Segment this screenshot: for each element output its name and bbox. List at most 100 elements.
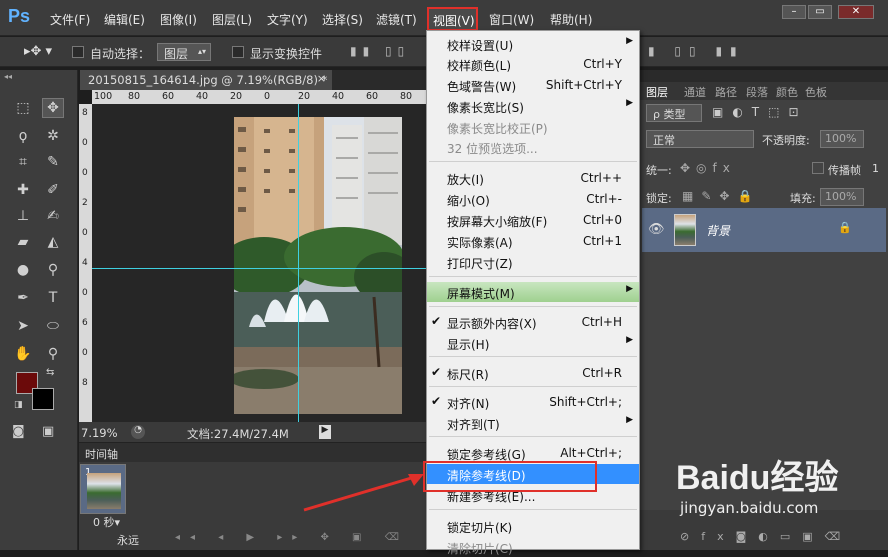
document-image[interactable] [234, 117, 402, 414]
pen-tool-icon[interactable]: ✒ [12, 288, 34, 308]
tab-swatches[interactable]: 色板 [805, 84, 827, 100]
menu-file[interactable]: 文件(F) [50, 11, 90, 28]
eyedropper-icon[interactable]: ✎ [42, 152, 64, 172]
tab-layers[interactable]: 图层 [646, 84, 668, 100]
menu-item-actual-pixels[interactable]: 实际像素(A) Ctrl+1 [427, 231, 639, 251]
menu-window[interactable]: 窗口(W) [489, 11, 534, 28]
horizontal-guide[interactable] [92, 268, 430, 269]
visibility-eye-icon[interactable]: 👁 [648, 222, 665, 237]
menu-item-proof-colors[interactable]: 校样颜色(L) Ctrl+Y [427, 54, 639, 74]
menu-view[interactable]: 视图(V) [427, 7, 478, 31]
fill-field[interactable]: 100% [820, 188, 864, 206]
menu-item-zoom-out[interactable]: 缩小(O) Ctrl+- [427, 189, 639, 209]
layer-filter-dropdown[interactable]: ρ 类型 [646, 104, 702, 122]
move-tool-icon[interactable]: ✥ [42, 98, 64, 118]
paint-bucket-icon[interactable]: ◭ [42, 232, 64, 252]
path-select-icon[interactable]: ➤ [12, 316, 34, 336]
menu-item-print-size[interactable]: 打印尺寸(Z) [427, 252, 639, 272]
hand-tool-icon[interactable]: ✋ [12, 344, 34, 364]
magic-wand-icon[interactable]: ✲ [42, 126, 64, 146]
blend-mode-dropdown[interactable]: 正常 [646, 130, 754, 148]
layer-footer-icons[interactable]: ⊘fx◙◐▭▣⌫ [680, 530, 852, 543]
menu-select[interactable]: 选择(S) [322, 11, 363, 28]
menu-item-extras[interactable]: ✔ 显示额外内容(X) Ctrl+H [427, 312, 639, 332]
animation-frame[interactable]: 1 [80, 464, 126, 514]
menu-item-snap-to[interactable]: 对齐到(T) ▶ [427, 413, 639, 433]
menu-item-clear-slices: 清除切片(C) [447, 542, 513, 556]
status-menu-arrow-icon[interactable]: ▶ [319, 425, 331, 439]
healing-brush-icon[interactable]: ✚ [12, 180, 34, 200]
restore-button[interactable]: ▭ [808, 5, 832, 19]
swap-colors-icon[interactable]: ⇆ [46, 367, 54, 378]
menu-layer[interactable]: 图层(L) [212, 11, 252, 28]
crop-tool-icon[interactable]: ⌗ [12, 152, 34, 172]
tab-paragraph[interactable]: 段落 [746, 84, 768, 100]
auto-select-checkbox[interactable] [72, 46, 84, 61]
quick-mask-icon[interactable]: ◙ [12, 424, 25, 439]
minimize-button[interactable]: – [782, 5, 806, 19]
layer-row-background[interactable]: 👁 背景 🔒 [642, 208, 886, 252]
status-icon[interactable]: ◔ [131, 425, 145, 439]
screen-mode-icon[interactable]: ▣ [42, 424, 54, 439]
zoom-level[interactable]: 7.19% [81, 426, 118, 440]
ruler-tick-label: 0 [264, 91, 271, 102]
document-title: 20150815_164614.jpg @ 7.19%(RGB/8) * [88, 73, 328, 87]
distribute-icons[interactable]: ▮ ▯▯ ▮▮ [648, 44, 745, 58]
close-button[interactable]: ✕ [838, 5, 874, 19]
auto-select-dropdown[interactable]: 图层 ▴▾ [157, 43, 211, 61]
align-icons[interactable]: ▮▮ ▯▯ [350, 44, 410, 58]
filter-icons[interactable]: ▣◐T⬚⊡ [712, 105, 808, 119]
menu-item-screen-mode[interactable]: 屏幕模式(M) ▶ [427, 282, 639, 302]
tab-channels[interactable]: 通道 [684, 84, 706, 100]
vertical-ruler[interactable]: 8 0 0 2 0 4 0 6 0 8 [79, 104, 92, 422]
show-transform-checkbox[interactable] [232, 46, 244, 61]
menu-item-gamut-warning[interactable]: 色域警告(W) Shift+Ctrl+Y [427, 75, 639, 95]
move-tool-icon[interactable]: ▸✥ ▾ [24, 44, 52, 59]
frame-delay[interactable]: 0 秒▾ [93, 514, 120, 530]
vertical-guide[interactable] [298, 104, 299, 422]
close-tab-icon[interactable]: × [317, 72, 326, 85]
menu-item-proof-setup[interactable]: 校样设置(U) ▶ [427, 34, 639, 54]
clone-stamp-icon[interactable]: ⊥ [12, 206, 34, 226]
menu-image[interactable]: 图像(I) [160, 11, 197, 28]
menu-item-pixel-aspect-ratio[interactable]: 像素长宽比(S) ▶ [427, 96, 639, 116]
propagate-checkbox[interactable] [812, 162, 824, 177]
unify-icons[interactable]: ✥◎fx [680, 161, 736, 175]
menu-item-zoom-in[interactable]: 放大(I) Ctrl++ [427, 168, 639, 188]
history-brush-icon[interactable]: ✍ [42, 206, 64, 226]
marquee-tool-icon[interactable]: ⬚ [12, 98, 34, 118]
document-tab[interactable]: 20150815_164614.jpg @ 7.19%(RGB/8) * × [80, 70, 332, 90]
default-colors-icon[interactable]: ◨ [14, 400, 23, 410]
menu-item-rulers[interactable]: ✔ 标尺(R) Ctrl+R [427, 363, 639, 383]
ellipse-tool-icon[interactable]: ⬭ [42, 316, 64, 336]
lasso-tool-icon[interactable]: ϙ [12, 126, 34, 146]
zoom-tool-icon[interactable]: ⚲ [42, 344, 64, 364]
opacity-field[interactable]: 100% [820, 130, 864, 148]
layer-name[interactable]: 背景 [706, 222, 730, 239]
tab-color[interactable]: 颜色 [776, 84, 798, 100]
menu-filter[interactable]: 滤镜(T) [376, 11, 417, 28]
menu-type[interactable]: 文字(Y) [267, 11, 308, 28]
menu-item-snap[interactable]: ✔ 对齐(N) Shift+Ctrl+; [427, 392, 639, 412]
blur-tool-icon[interactable]: ● [12, 260, 34, 280]
brush-tool-icon[interactable]: ✐ [42, 180, 64, 200]
collapse-tools-icon[interactable]: ◂◂ [4, 72, 12, 81]
watermark-url: jingyan.baidu.com [680, 499, 819, 517]
menu-help[interactable]: 帮助(H) [550, 11, 592, 28]
eraser-tool-icon[interactable]: ▰ [12, 232, 34, 252]
playback-controls[interactable]: ◂◂ ◂ ▶ ▸▸ ✥ ▣ ⌫ [175, 532, 409, 543]
auto-select-label: 自动选择： [90, 47, 151, 61]
menu-item-lock-guides[interactable]: 锁定参考线(G) Alt+Ctrl+; [427, 443, 639, 463]
menu-edit[interactable]: 编辑(E) [104, 11, 145, 28]
dodge-tool-icon[interactable]: ⚲ [42, 260, 64, 280]
lock-icons[interactable]: ▦✎✥🔒 [682, 189, 760, 203]
tab-paths[interactable]: 路径 [715, 84, 737, 100]
loop-option[interactable]: 永远 [117, 532, 139, 548]
background-color-swatch[interactable] [32, 388, 54, 410]
horizontal-ruler[interactable]: 10080604020020406080100 [92, 90, 452, 104]
timeline-header[interactable]: 时间轴 [79, 442, 430, 462]
menu-item-lock-slices[interactable]: 锁定切片(K) [427, 516, 639, 536]
menu-item-show[interactable]: 显示(H) ▶ [427, 333, 639, 353]
type-tool-icon[interactable]: T [42, 288, 64, 308]
menu-item-fit-on-screen[interactable]: 按屏幕大小缩放(F) Ctrl+0 [427, 210, 639, 230]
